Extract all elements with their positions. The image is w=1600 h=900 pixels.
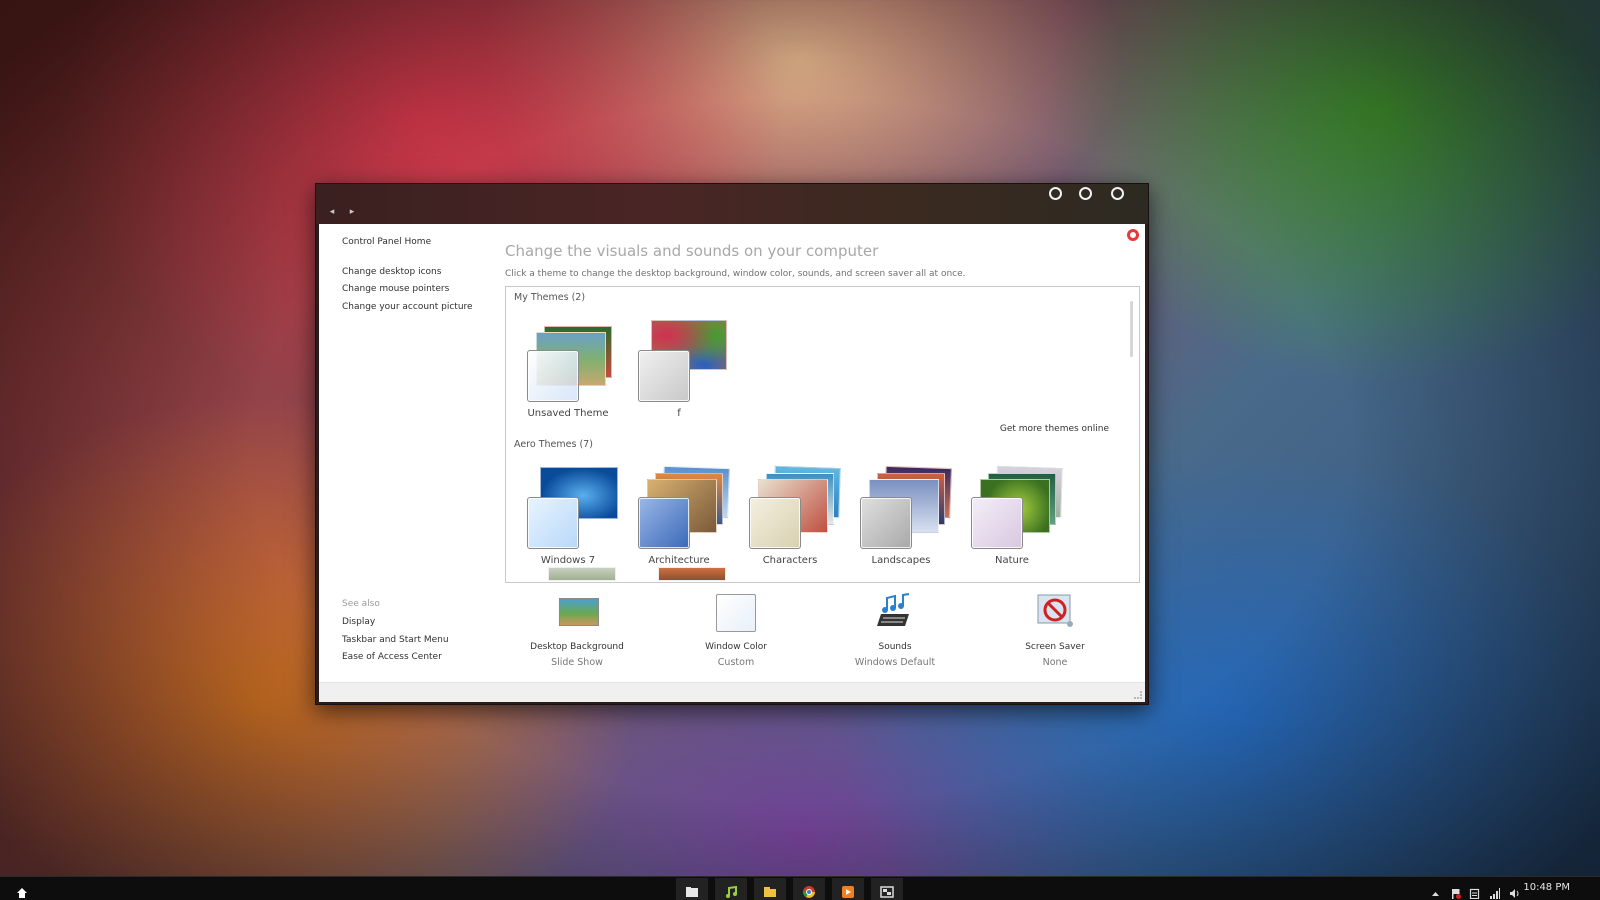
media-player-icon [841, 883, 855, 898]
color-swatch [860, 497, 912, 549]
page-subtitle: Click a theme to change the desktop back… [505, 269, 966, 279]
screen-saver-setting[interactable]: Screen Saver None [995, 592, 1115, 672]
theme-f[interactable]: f [625, 320, 733, 422]
change-account-picture-link[interactable]: Change your account picture [342, 302, 473, 312]
network-signal-icon[interactable] [1489, 884, 1500, 899]
scrollbar[interactable] [1130, 301, 1133, 357]
chrome-taskbar-button[interactable] [793, 878, 825, 900]
setting-label: Screen Saver [1025, 642, 1085, 652]
minimize-button[interactable] [1049, 187, 1062, 200]
screen-saver-icon [1035, 592, 1075, 632]
color-swatch [527, 497, 579, 549]
clipboard-icon[interactable] [1469, 884, 1480, 900]
sounds-setting[interactable]: Sounds Windows Default [835, 592, 955, 672]
explorer-icon [685, 883, 699, 897]
maximize-button[interactable] [1079, 187, 1092, 200]
theme-preview [514, 467, 622, 549]
theme-label: Windows 7 [540, 555, 596, 566]
color-swatch [527, 350, 579, 402]
setting-label: Sounds [878, 642, 912, 652]
themes-list[interactable]: My Themes (2) Unsaved Theme f Get more t… [505, 286, 1140, 583]
window-color-icon [716, 592, 756, 632]
folder-taskbar-button[interactable] [754, 878, 786, 900]
theme-nature[interactable]: Nature [958, 465, 1066, 569]
music-icon [724, 883, 738, 898]
taskbar: 10:48 PM [0, 876, 1600, 900]
theme-label: Unsaved Theme [527, 408, 609, 419]
theme-windows-7[interactable]: Windows 7 [514, 467, 622, 569]
theme-label: Characters [762, 555, 818, 566]
show-hidden-icons-icon[interactable] [1430, 884, 1441, 896]
ease-of-access-link[interactable]: Ease of Access Center [342, 652, 442, 662]
folder-icon [763, 883, 777, 897]
theme-label: Nature [995, 555, 1029, 566]
theme-preview-partial[interactable] [548, 567, 616, 581]
window-color-setting[interactable]: Window Color Custom [676, 592, 796, 672]
explorer-taskbar-button[interactable] [676, 878, 708, 900]
change-mouse-pointers-link[interactable]: Change mouse pointers [342, 284, 449, 294]
theme-label: Landscapes [871, 555, 931, 566]
personalization-window: ◂ ▸ Control Panel Home Change desktop ic… [315, 183, 1149, 705]
forward-button[interactable]: ▸ [346, 206, 358, 218]
theme-label: Architecture [648, 555, 710, 566]
setting-value: Windows Default [854, 657, 936, 668]
back-button[interactable]: ◂ [326, 206, 338, 218]
action-center-flag-icon[interactable] [1450, 884, 1461, 899]
setting-label: Desktop Background [530, 642, 624, 652]
sounds-icon [875, 592, 915, 632]
theme-preview [514, 320, 622, 402]
control-panel-home-link[interactable]: Control Panel Home [342, 237, 431, 247]
setting-label: Window Color [705, 642, 767, 652]
theme-characters[interactable]: Characters [736, 465, 844, 569]
taskbar-start-menu-link[interactable]: Taskbar and Start Menu [342, 635, 449, 645]
resize-grip[interactable] [1134, 691, 1142, 699]
setting-value: None [1042, 657, 1068, 668]
theme-preview [958, 465, 1066, 549]
color-swatch [638, 497, 690, 549]
chrome-icon [802, 883, 816, 898]
status-bar [319, 682, 1145, 702]
theme-preview [847, 465, 955, 549]
window-content: Control Panel Home Change desktop icons … [319, 224, 1145, 702]
theme-preview [625, 320, 733, 402]
page-title: Change the visuals and sounds on your co… [505, 242, 879, 260]
theme-unsaved[interactable]: Unsaved Theme [514, 320, 622, 422]
media-player-taskbar-button[interactable] [832, 878, 864, 900]
color-swatch [749, 497, 801, 549]
theme-preview [736, 465, 844, 549]
music-taskbar-button[interactable] [715, 878, 747, 900]
see-also-heading: See also [342, 599, 380, 609]
theme-preview [625, 465, 733, 549]
screen-icon [880, 883, 894, 898]
help-icon[interactable] [1127, 229, 1139, 241]
screen-taskbar-button[interactable] [871, 878, 903, 900]
title-bar[interactable]: ◂ ▸ [316, 184, 1148, 224]
aero-themes-heading: Aero Themes (7) [514, 439, 593, 450]
display-link[interactable]: Display [342, 617, 375, 627]
get-more-themes-link[interactable]: Get more themes online [1000, 424, 1109, 434]
my-themes-heading: My Themes (2) [514, 292, 586, 303]
change-desktop-icons-link[interactable]: Change desktop icons [342, 267, 441, 277]
theme-landscapes[interactable]: Landscapes [847, 465, 955, 569]
start-button[interactable] [17, 883, 27, 898]
system-clock[interactable]: 10:48 PM [1523, 882, 1570, 893]
theme-preview-partial[interactable] [658, 567, 726, 581]
color-swatch [971, 497, 1023, 549]
theme-label: f [677, 408, 681, 419]
setting-value: Slide Show [551, 657, 603, 668]
color-swatch [638, 350, 690, 402]
theme-architecture[interactable]: Architecture [625, 465, 733, 569]
desktop-background-icon [557, 592, 599, 632]
setting-value: Custom [717, 657, 755, 668]
desktop-background-setting[interactable]: Desktop Background Slide Show [517, 592, 637, 672]
close-button[interactable] [1111, 187, 1124, 200]
volume-icon[interactable] [1509, 884, 1520, 898]
